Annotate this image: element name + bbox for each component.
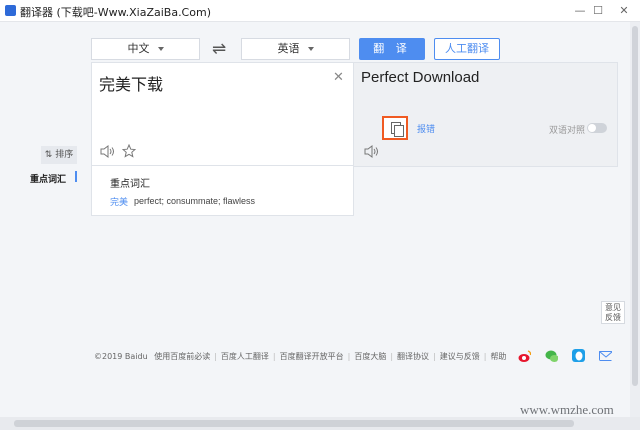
bilingual-label: 双语对照: [549, 123, 585, 136]
vocab-heading: 重点词汇: [110, 175, 150, 190]
title-bar: 翻译器 (下载吧-Www.XiaZaiBa.Com) — ☐ ✕: [0, 0, 640, 22]
scroll-thumb[interactable]: [632, 26, 638, 386]
vertical-scrollbar[interactable]: [630, 22, 640, 417]
vocab-card: 重点词汇 完美 perfect; consummate; flawless: [91, 165, 354, 216]
vocab-definition: perfect; consummate; flawless: [134, 196, 255, 206]
close-button[interactable]: ✕: [604, 0, 640, 22]
wechat-icon[interactable]: [545, 349, 558, 362]
target-lang-select[interactable]: 英语: [241, 38, 350, 60]
speaker-icon[interactable]: [100, 145, 115, 158]
scroll-thumb[interactable]: [14, 420, 574, 427]
translation-text: Perfect Download: [361, 69, 479, 86]
sort-button[interactable]: ⇅ 排序: [41, 146, 77, 164]
window-title: 翻译器 (下载吧-Www.XiaZaiBa.Com): [20, 4, 211, 20]
footer-link[interactable]: 百度人工翻译: [221, 352, 269, 361]
chevron-down-icon: [308, 47, 314, 51]
feedback-button[interactable]: 意见 反馈: [601, 301, 625, 324]
star-icon[interactable]: [122, 144, 136, 158]
speaker-icon[interactable]: [364, 145, 379, 158]
translate-button[interactable]: 翻 译: [359, 38, 425, 60]
footer-copyright: ©2019 Baidu: [94, 352, 148, 361]
human-translate-button[interactable]: 人工翻译: [434, 38, 500, 60]
source-text[interactable]: 完美下载: [99, 71, 163, 95]
translation-output-box: Perfect Download: [354, 62, 618, 167]
footer-link[interactable]: 帮助: [490, 352, 506, 361]
target-lang-label: 英语: [278, 42, 300, 55]
footer-link[interactable]: 百度翻译开放平台: [280, 352, 344, 361]
sidebar-item-key-vocab[interactable]: 重点词汇: [30, 172, 66, 185]
vocab-word-link[interactable]: 完美: [110, 195, 128, 208]
app-icon: [5, 5, 16, 16]
swap-languages-icon[interactable]: ⇌: [212, 39, 226, 59]
clear-icon[interactable]: ✕: [333, 69, 344, 85]
horizontal-scrollbar[interactable]: [0, 417, 640, 430]
footer-links: ©2019 Baidu 使用百度前必读|百度人工翻译|百度翻译开放平台|百度大脑…: [94, 351, 506, 362]
weibo-icon[interactable]: [518, 349, 531, 362]
watermark: www.wmzhe.com: [520, 402, 614, 418]
qq-icon[interactable]: [572, 349, 585, 362]
footer-link[interactable]: 建议与反馈: [440, 352, 480, 361]
footer-link[interactable]: 翻译协议: [397, 352, 429, 361]
active-indicator: [75, 171, 77, 182]
source-lang-select[interactable]: 中文: [91, 38, 200, 60]
footer-link[interactable]: 使用百度前必读: [154, 352, 210, 361]
copy-button[interactable]: [382, 116, 408, 140]
bilingual-toggle[interactable]: [587, 123, 607, 133]
source-input-box[interactable]: 完美下载 ✕: [91, 62, 354, 167]
report-error-link[interactable]: 报错: [417, 122, 435, 135]
main-area: 中文 ⇌ 英语 翻 译 人工翻译 完美下载 ✕ Perfect Download…: [0, 22, 630, 417]
footer-link[interactable]: 百度大脑: [354, 352, 386, 361]
source-lang-label: 中文: [128, 42, 150, 55]
mail-icon[interactable]: [599, 349, 612, 362]
chevron-down-icon: [158, 47, 164, 51]
